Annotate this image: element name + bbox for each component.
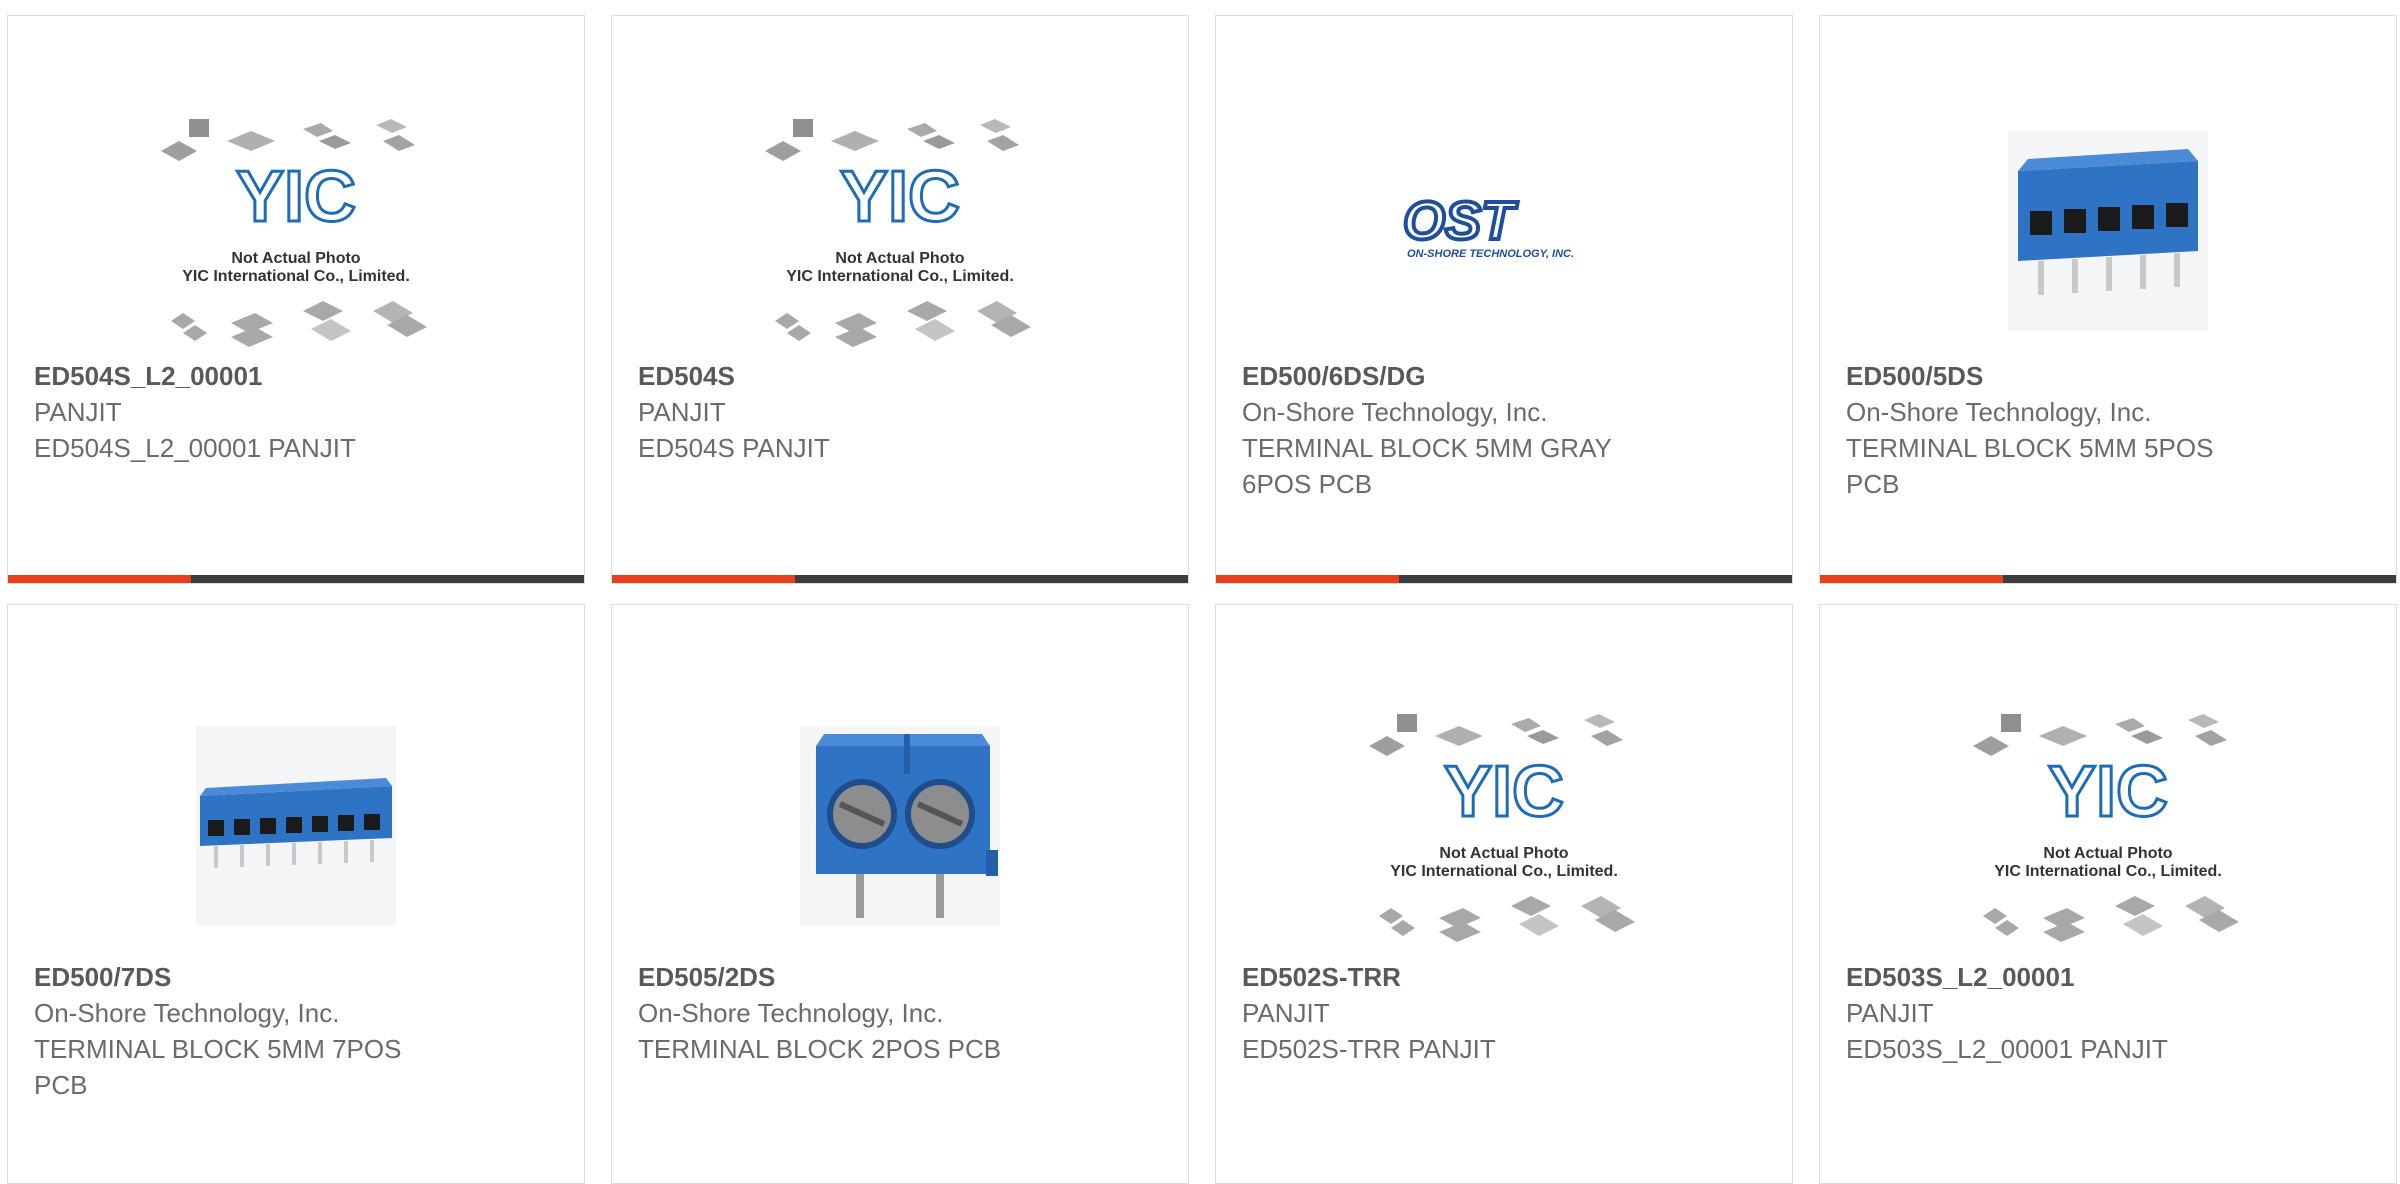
description: ED504S PANJIT xyxy=(638,433,830,463)
manufacturer: PANJIT xyxy=(638,397,726,427)
manufacturer: On-Shore Technology, Inc. xyxy=(638,998,944,1028)
card-footer-bar xyxy=(1216,575,1792,583)
part-number-link[interactable]: ED500/6DS/DG xyxy=(1242,358,1772,394)
product-info: ED504S_L2_00001 PANJIT ED504S_L2_00001 P… xyxy=(34,358,564,466)
product-card[interactable]: YIC Not Actual Photo YIC International C… xyxy=(1215,604,1793,1184)
yic-logo-text: YIC xyxy=(1444,752,1564,832)
svg-text:YIC International Co., Limited: YIC International Co., Limited. xyxy=(786,268,1014,285)
not-actual-photo-placeholder: YIC Not Actual Photo YIC International C… xyxy=(161,119,427,347)
product-card[interactable]: YIC Not Actual Photo YIC International C… xyxy=(1819,604,2397,1184)
part-number-link[interactable]: ED500/5DS xyxy=(1846,358,2376,394)
svg-text:Not Actual Photo: Not Actual Photo xyxy=(835,250,964,267)
product-image[interactable]: YIC Not Actual Photo YIC International C… xyxy=(1820,696,2396,956)
yic-logo-text: YIC xyxy=(236,157,356,237)
svg-text:YIC International Co., Limited: YIC International Co., Limited. xyxy=(1994,863,2222,880)
product-image[interactable]: YIC Not Actual Photo YIC International C… xyxy=(8,101,584,361)
ost-logo-mark: OST xyxy=(1403,191,1518,251)
card-footer-accent xyxy=(8,575,191,583)
part-number-link[interactable]: ED505/2DS xyxy=(638,959,1168,995)
product-card[interactable]: YIC Not Actual Photo YIC International C… xyxy=(611,15,1189,584)
product-image[interactable]: YIC Not Actual Photo YIC International C… xyxy=(612,101,1188,361)
description: TERMINAL BLOCK 2POS PCB xyxy=(638,1034,1002,1064)
part-number-link[interactable]: ED504S xyxy=(638,358,1168,394)
yic-logo-text: YIC xyxy=(840,157,960,237)
product-image[interactable]: OST ON-SHORE TECHNOLOGY, INC. xyxy=(1216,101,1792,361)
not-actual-photo-placeholder: YIC Not Actual Photo YIC International C… xyxy=(1369,714,1635,942)
card-footer-accent xyxy=(1820,575,2003,583)
product-info: ED503S_L2_00001 PANJIT ED503S_L2_00001 P… xyxy=(1846,959,2376,1067)
product-info: ED505/2DS On-Shore Technology, Inc. TERM… xyxy=(638,959,1168,1067)
manufacturer: On-Shore Technology, Inc. xyxy=(34,998,340,1028)
part-number-link[interactable]: ED503S_L2_00001 xyxy=(1846,959,2376,995)
product-card[interactable]: ED505/2DS On-Shore Technology, Inc. TERM… xyxy=(611,604,1189,1184)
description: TERMINAL BLOCK 5MM 5POS PCB xyxy=(1846,433,2214,499)
ost-logo: OST ON-SHORE TECHNOLOGY, INC. xyxy=(1401,191,1574,260)
description: TERMINAL BLOCK 5MM 7POS PCB xyxy=(34,1034,402,1100)
product-info: ED504S PANJIT ED504S PANJIT xyxy=(638,358,1168,466)
yic-logo-text: YIC xyxy=(2048,752,2168,832)
manufacturer: PANJIT xyxy=(34,397,122,427)
product-info: ED500/7DS On-Shore Technology, Inc. TERM… xyxy=(34,959,564,1103)
card-footer-accent xyxy=(1216,575,1399,583)
product-image[interactable] xyxy=(1820,101,2396,361)
product-image[interactable]: YIC Not Actual Photo YIC International C… xyxy=(1216,696,1792,956)
card-footer-bar xyxy=(1820,575,2396,583)
manufacturer: On-Shore Technology, Inc. xyxy=(1242,397,1548,427)
svg-text:YIC International Co., Limited: YIC International Co., Limited. xyxy=(182,268,410,285)
terminal-block-7-image xyxy=(196,726,396,926)
part-number-link[interactable]: ED500/7DS xyxy=(34,959,564,995)
svg-text:YIC International Co., Limited: YIC International Co., Limited. xyxy=(1390,863,1618,880)
manufacturer: PANJIT xyxy=(1846,998,1934,1028)
product-card[interactable]: YIC Not Actual Photo YIC International C… xyxy=(7,15,585,584)
product-info: ED500/5DS On-Shore Technology, Inc. TERM… xyxy=(1846,358,2376,502)
product-grid: YIC Not Actual Photo YIC International C… xyxy=(0,0,2400,1184)
product-info: ED500/6DS/DG On-Shore Technology, Inc. T… xyxy=(1242,358,1772,502)
part-number-link[interactable]: ED502S-TRR xyxy=(1242,959,1772,995)
product-image[interactable] xyxy=(8,696,584,956)
svg-text:Not Actual Photo: Not Actual Photo xyxy=(231,250,360,267)
product-card[interactable]: OST ON-SHORE TECHNOLOGY, INC. ED500/6DS/… xyxy=(1215,15,1793,584)
svg-text:Not Actual Photo: Not Actual Photo xyxy=(2043,845,2172,862)
part-number-link[interactable]: ED504S_L2_00001 xyxy=(34,358,564,394)
terminal-block-2-image xyxy=(800,726,1000,926)
description: TERMINAL BLOCK 5MM GRAY 6POS PCB xyxy=(1242,433,1612,499)
card-footer-bar xyxy=(612,575,1188,583)
ost-logo-name: ON-SHORE TECHNOLOGY, INC. xyxy=(1407,248,1574,260)
product-info: ED502S-TRR PANJIT ED502S-TRR PANJIT xyxy=(1242,959,1772,1067)
description: ED502S-TRR PANJIT xyxy=(1242,1034,1496,1064)
manufacturer: On-Shore Technology, Inc. xyxy=(1846,397,2152,427)
product-image[interactable] xyxy=(612,696,1188,956)
not-actual-photo-placeholder: YIC Not Actual Photo YIC International C… xyxy=(765,119,1031,347)
product-card[interactable]: ED500/5DS On-Shore Technology, Inc. TERM… xyxy=(1819,15,2397,584)
card-footer-bar xyxy=(8,575,584,583)
card-footer-accent xyxy=(612,575,795,583)
description: ED504S_L2_00001 PANJIT xyxy=(34,433,356,463)
svg-text:Not Actual Photo: Not Actual Photo xyxy=(1439,845,1568,862)
product-card[interactable]: ED500/7DS On-Shore Technology, Inc. TERM… xyxy=(7,604,585,1184)
manufacturer: PANJIT xyxy=(1242,998,1330,1028)
terminal-block-5-image xyxy=(2008,131,2208,331)
description: ED503S_L2_00001 PANJIT xyxy=(1846,1034,2168,1064)
not-actual-photo-placeholder: YIC Not Actual Photo YIC International C… xyxy=(1973,714,2239,942)
